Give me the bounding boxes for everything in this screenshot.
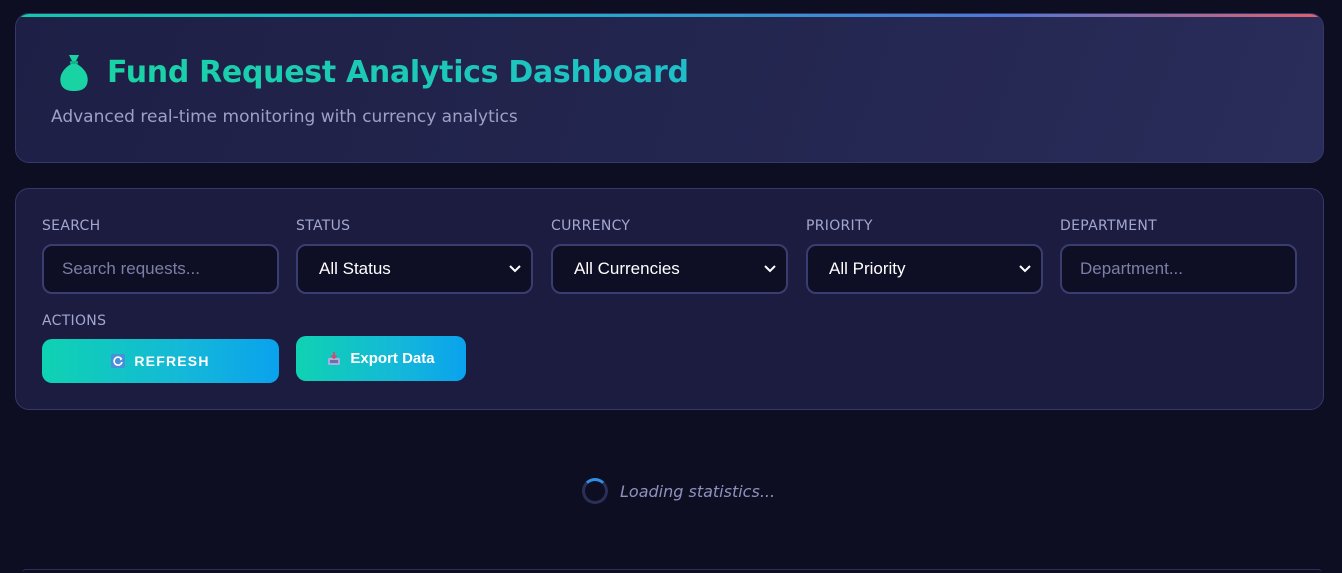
department-input[interactable]: Department... xyxy=(1060,244,1297,294)
export-button-label: Export Data xyxy=(350,350,435,367)
title-row: Fund Request Analytics Dashboard xyxy=(57,52,689,92)
currency-label: CURRENCY xyxy=(551,218,631,234)
status-select[interactable]: All Status xyxy=(296,244,533,294)
page-subtitle: Advanced real-time monitoring with curre… xyxy=(51,107,518,127)
page-title: Fund Request Analytics Dashboard xyxy=(107,54,689,90)
priority-label: PRIORITY xyxy=(806,218,873,234)
status-label: STATUS xyxy=(296,218,351,234)
money-bag-icon xyxy=(60,55,88,91)
refresh-icon xyxy=(111,354,126,368)
header-card: Fund Request Analytics Dashboard Advance… xyxy=(15,13,1324,163)
inbox-tray-icon xyxy=(328,351,341,365)
filter-panel: SEARCH Search requests... STATUS All Sta… xyxy=(15,188,1324,410)
chevron-down-icon xyxy=(1019,265,1031,273)
department-placeholder: Department... xyxy=(1080,259,1183,278)
loading-text: Loading statistics... xyxy=(620,481,776,501)
currency-select[interactable]: All Currencies xyxy=(551,244,788,294)
search-input[interactable]: Search requests... xyxy=(42,244,279,294)
refresh-button[interactable]: REFRESH xyxy=(42,339,279,383)
refresh-button-label: REFRESH xyxy=(134,353,210,369)
next-card-edge xyxy=(22,569,1322,573)
status-select-value: All Status xyxy=(319,259,391,278)
actions-label: ACTIONS xyxy=(42,313,107,329)
loading-spinner-icon xyxy=(582,478,608,504)
chevron-down-icon xyxy=(764,265,776,273)
search-label: SEARCH xyxy=(42,218,101,234)
search-placeholder: Search requests... xyxy=(62,259,200,278)
priority-select-value: All Priority xyxy=(829,259,906,278)
currency-select-value: All Currencies xyxy=(574,259,680,278)
header-accent-bar xyxy=(16,14,1323,17)
export-data-button[interactable]: Export Data xyxy=(296,336,466,381)
department-label: DEPARTMENT xyxy=(1060,218,1157,234)
chevron-down-icon xyxy=(509,265,521,273)
priority-select[interactable]: All Priority xyxy=(806,244,1043,294)
loading-indicator: Loading statistics... xyxy=(582,478,775,504)
